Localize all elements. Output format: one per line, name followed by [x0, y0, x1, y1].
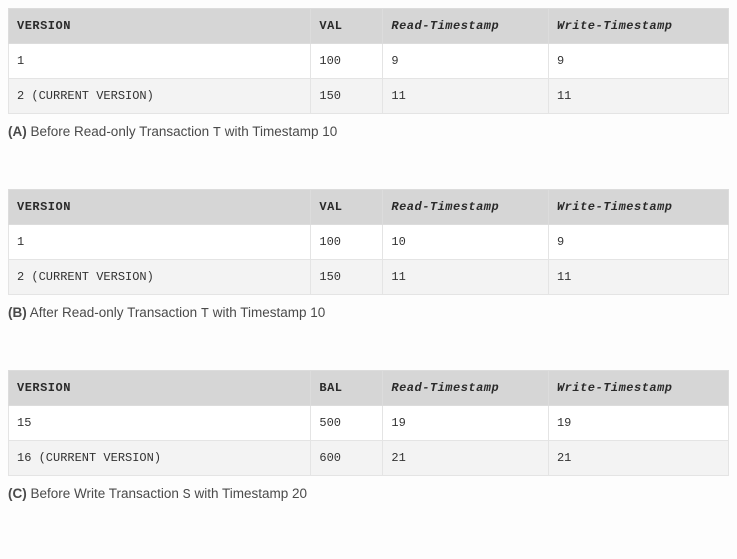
caption-label: (B)	[8, 305, 27, 320]
col-write-timestamp: Write-Timestamp	[548, 190, 728, 225]
caption-text-prefix: Before Write Transaction	[31, 486, 183, 501]
caption-a: (A) Before Read-only Transaction T with …	[8, 124, 729, 141]
caption-txn: S	[183, 488, 191, 503]
cell-val: 500	[311, 406, 383, 441]
cell-read-timestamp: 11	[383, 260, 549, 295]
table-row: 15 500 19 19	[9, 406, 729, 441]
caption-text-suffix: with Timestamp 10	[209, 305, 325, 320]
caption-text-suffix: with Timestamp 10	[221, 124, 337, 139]
table-c: VERSION BAL Read-Timestamp Write-Timesta…	[8, 370, 729, 476]
cell-write-timestamp: 11	[548, 79, 728, 114]
cell-write-timestamp: 9	[548, 44, 728, 79]
col-read-timestamp: Read-Timestamp	[383, 190, 549, 225]
table-row: 2 (CURRENT VERSION) 150 11 11	[9, 79, 729, 114]
table-header-row: VERSION BAL Read-Timestamp Write-Timesta…	[9, 371, 729, 406]
caption-c: (C) Before Write Transaction S with Time…	[8, 486, 729, 503]
cell-read-timestamp: 19	[383, 406, 549, 441]
caption-b: (B) After Read-only Transaction T with T…	[8, 305, 729, 322]
cell-val: 150	[311, 79, 383, 114]
table-a: VERSION VAL Read-Timestamp Write-Timesta…	[8, 8, 729, 114]
table-row: 1 100 10 9	[9, 225, 729, 260]
caption-txn: T	[213, 126, 221, 141]
cell-version: 2 (CURRENT VERSION)	[9, 260, 311, 295]
col-write-timestamp: Write-Timestamp	[548, 9, 728, 44]
cell-version: 15	[9, 406, 311, 441]
cell-read-timestamp: 11	[383, 79, 549, 114]
cell-write-timestamp: 19	[548, 406, 728, 441]
cell-val: 100	[311, 44, 383, 79]
col-val: VAL	[311, 9, 383, 44]
table-row: 2 (CURRENT VERSION) 150 11 11	[9, 260, 729, 295]
col-version: VERSION	[9, 9, 311, 44]
col-val: VAL	[311, 190, 383, 225]
cell-val: 150	[311, 260, 383, 295]
cell-write-timestamp: 21	[548, 441, 728, 476]
cell-read-timestamp: 21	[383, 441, 549, 476]
cell-val: 100	[311, 225, 383, 260]
cell-write-timestamp: 9	[548, 225, 728, 260]
cell-version: 1	[9, 44, 311, 79]
cell-version: 16 (CURRENT VERSION)	[9, 441, 311, 476]
col-read-timestamp: Read-Timestamp	[383, 9, 549, 44]
section-a: VERSION VAL Read-Timestamp Write-Timesta…	[8, 8, 729, 141]
caption-text-prefix: After Read-only Transaction	[30, 305, 201, 320]
col-val: BAL	[311, 371, 383, 406]
table-row: 16 (CURRENT VERSION) 600 21 21	[9, 441, 729, 476]
col-read-timestamp: Read-Timestamp	[383, 371, 549, 406]
caption-text-suffix: with Timestamp 20	[191, 486, 307, 501]
section-b: VERSION VAL Read-Timestamp Write-Timesta…	[8, 189, 729, 322]
section-c: VERSION BAL Read-Timestamp Write-Timesta…	[8, 370, 729, 503]
table-header-row: VERSION VAL Read-Timestamp Write-Timesta…	[9, 9, 729, 44]
col-version: VERSION	[9, 371, 311, 406]
cell-write-timestamp: 11	[548, 260, 728, 295]
table-row: 1 100 9 9	[9, 44, 729, 79]
caption-txn: T	[201, 307, 209, 322]
caption-label: (A)	[8, 124, 27, 139]
cell-version: 1	[9, 225, 311, 260]
col-version: VERSION	[9, 190, 311, 225]
table-header-row: VERSION VAL Read-Timestamp Write-Timesta…	[9, 190, 729, 225]
col-write-timestamp: Write-Timestamp	[548, 371, 728, 406]
cell-read-timestamp: 9	[383, 44, 549, 79]
caption-label: (C)	[8, 486, 27, 501]
table-b: VERSION VAL Read-Timestamp Write-Timesta…	[8, 189, 729, 295]
cell-version: 2 (CURRENT VERSION)	[9, 79, 311, 114]
cell-read-timestamp: 10	[383, 225, 549, 260]
cell-val: 600	[311, 441, 383, 476]
caption-text-prefix: Before Read-only Transaction	[31, 124, 213, 139]
